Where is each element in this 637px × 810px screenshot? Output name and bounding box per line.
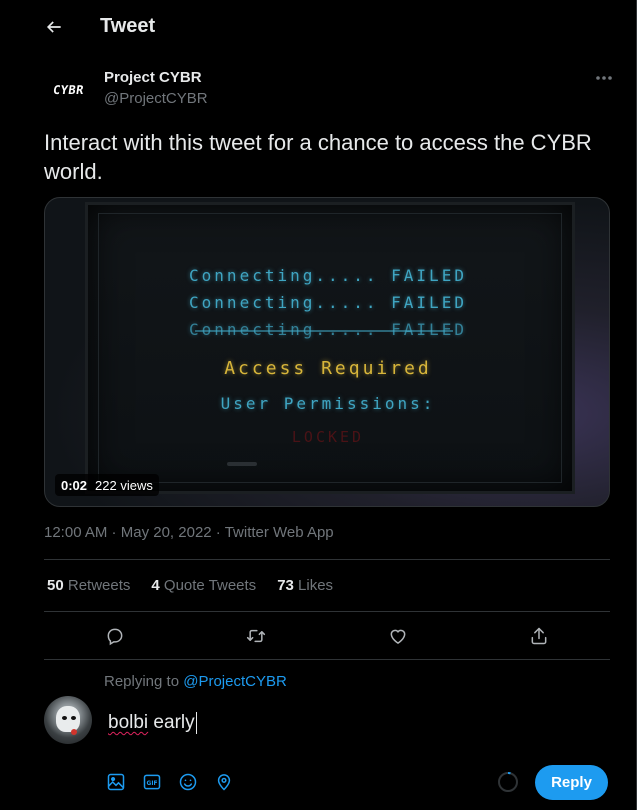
tweet-time[interactable]: 12:00 AM xyxy=(44,524,107,541)
reply-bubble-icon xyxy=(107,628,123,646)
back-button[interactable] xyxy=(38,11,70,43)
retweets-label: Retweets xyxy=(63,577,131,594)
add-gif-button[interactable]: GIF xyxy=(141,771,163,793)
tweet-stats: 50 Retweets 4 Quote Tweets 73 Likes xyxy=(47,577,354,594)
avatar-logo-text: CYBR xyxy=(51,83,85,97)
likes-count: 73 xyxy=(277,577,294,594)
quote-tweets-label: Quote Tweets xyxy=(159,577,257,594)
video-text-permissions: User Permissions: xyxy=(220,394,436,413)
quote-tweets-count: 4 xyxy=(151,577,160,594)
like-action-button[interactable] xyxy=(386,624,410,648)
avatar-eye xyxy=(71,716,76,720)
likes-label: Likes xyxy=(293,577,334,594)
video-monitor-frame xyxy=(85,202,575,494)
more-options-button[interactable] xyxy=(592,68,616,88)
heart-icon xyxy=(390,629,406,644)
user-avatar[interactable] xyxy=(44,696,92,744)
likes-stat[interactable]: 73 Likes xyxy=(277,577,333,594)
svg-text:GIF: GIF xyxy=(147,781,158,787)
gif-icon: GIF xyxy=(143,774,161,790)
tweet-date[interactable]: May 20, 2022 xyxy=(121,524,212,541)
reply-action-button[interactable] xyxy=(103,624,127,648)
more-dots-icon xyxy=(596,76,612,80)
page-header: Tweet xyxy=(0,0,636,54)
reply-text-input[interactable]: bolbi early xyxy=(108,712,197,734)
share-action-button[interactable] xyxy=(527,624,551,648)
character-count-progress-icon xyxy=(498,771,518,792)
author-avatar[interactable]: CYBR xyxy=(44,66,92,114)
add-emoji-button[interactable] xyxy=(177,771,199,793)
video-badge: 0:02 222 views xyxy=(55,474,159,496)
text-caret xyxy=(195,712,197,734)
author-handle[interactable]: @ProjectCYBR xyxy=(104,90,208,107)
video-monitor-stand xyxy=(227,462,257,466)
quote-tweets-stat[interactable]: 4 Quote Tweets xyxy=(151,577,256,594)
share-upload-icon xyxy=(531,627,547,645)
reply-text-word: early xyxy=(148,712,195,733)
tweet-video[interactable]: Connecting..... FAILED Connecting..... F… xyxy=(44,197,610,507)
video-text-line1: Connecting..... FAILED xyxy=(189,266,467,285)
retweet-icon xyxy=(246,629,266,643)
tweet-actions xyxy=(44,613,610,659)
add-location-button[interactable] xyxy=(213,771,235,793)
tweet-text: Interact with this tweet for a chance to… xyxy=(44,130,592,184)
tweet-meta: 12:00 AM · May 20, 2022 · Twitter Web Ap… xyxy=(44,524,334,541)
emoji-smile-icon xyxy=(179,773,197,791)
meta-separator: · xyxy=(107,524,121,541)
divider xyxy=(44,611,610,612)
video-views: 222 views xyxy=(95,477,153,493)
add-media-button[interactable] xyxy=(105,771,127,793)
replying-to-handle[interactable]: @ProjectCYBR xyxy=(183,673,287,690)
video-text-line2: Connecting..... FAILED xyxy=(189,293,467,312)
video-glitch-strike xyxy=(195,330,453,332)
retweets-stat[interactable]: 50 Retweets xyxy=(47,577,130,594)
video-duration: 0:02 xyxy=(61,477,88,493)
video-text-locked: LOCKED xyxy=(291,428,365,446)
image-icon xyxy=(107,773,125,791)
tweet-author: CYBR Project CYBR @ProjectCYBR xyxy=(44,66,616,114)
arrow-left-icon xyxy=(46,21,61,33)
divider xyxy=(44,659,610,660)
meta-separator: · xyxy=(211,524,225,541)
avatar-accent xyxy=(71,729,77,735)
tweet-source[interactable]: Twitter Web App xyxy=(225,524,334,541)
avatar-face xyxy=(56,706,80,732)
avatar-eye xyxy=(62,716,67,720)
reply-submit-button[interactable]: Reply xyxy=(535,765,608,800)
divider xyxy=(44,559,610,560)
author-name[interactable]: Project CYBR xyxy=(104,69,202,86)
video-text-access: Access Required xyxy=(224,358,432,379)
reply-text-word-misspelled: bolbi xyxy=(108,712,149,733)
retweet-action-button[interactable] xyxy=(244,624,268,648)
replying-prefix: Replying to xyxy=(104,673,184,690)
location-pin-icon xyxy=(217,774,231,791)
replying-to: Replying to @ProjectCYBR xyxy=(104,673,287,690)
retweets-count: 50 xyxy=(47,577,64,594)
page-title: Tweet xyxy=(100,15,156,37)
